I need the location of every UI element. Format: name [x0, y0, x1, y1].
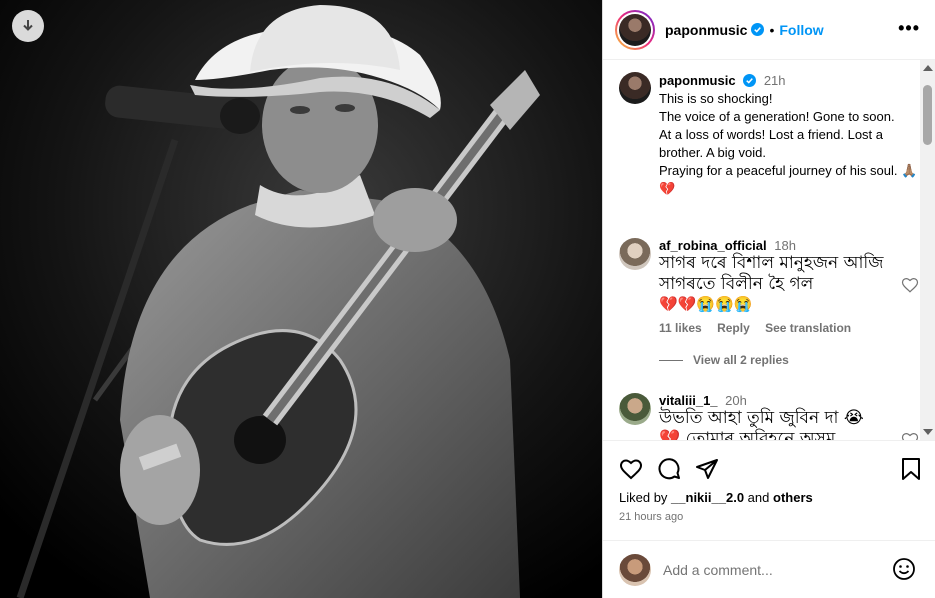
- emoji-icon[interactable]: [892, 557, 916, 581]
- verified-icon: [743, 74, 757, 87]
- separator-dot: •: [769, 21, 775, 38]
- scroll-up-arrow[interactable]: [923, 65, 933, 71]
- verified-icon: [751, 23, 765, 36]
- post-photo[interactable]: [0, 0, 602, 598]
- view-replies-button[interactable]: View all 2 replies: [659, 353, 919, 367]
- caption-line: At a loss of words! Lost a friend. Lost …: [659, 127, 884, 160]
- liked-by-others[interactable]: others: [773, 490, 813, 505]
- download-button[interactable]: [12, 10, 44, 42]
- likes-summary: Liked by __nikii__2.0 and others: [619, 490, 813, 505]
- comment-item: vitaliii_1_ 20h উভতি আহা তুমি জুবিন দা 😭…: [619, 393, 919, 440]
- author-avatar[interactable]: [615, 9, 655, 50]
- caption-line: Praying for a peaceful journey of his so…: [659, 163, 918, 196]
- liked-by-and: and: [747, 490, 770, 505]
- viewer-avatar: [619, 553, 651, 586]
- comment-text: সাগৰ দৰে বিশাল মানুহজন আজি সাগৰতে বিলীন …: [659, 253, 884, 294]
- comments-list[interactable]: paponmusic 21h This is so shocking! The …: [603, 60, 921, 440]
- replies-divider: [659, 359, 683, 361]
- commenter-username[interactable]: vitaliii_1_: [659, 393, 718, 408]
- post-actions: Liked by __nikii__2.0 and others 21 hour…: [603, 440, 935, 540]
- scroll-thumb[interactable]: [923, 85, 932, 145]
- post-timestamp[interactable]: 21 hours ago: [619, 511, 683, 523]
- comments-scrollbar[interactable]: [920, 60, 935, 440]
- liked-by-user[interactable]: __nikii__2.0: [671, 490, 744, 505]
- comment-item: af_robina_official 18h সাগৰ দৰে বিশাল মা…: [619, 238, 919, 367]
- caption-avatar[interactable]: [619, 72, 651, 104]
- caption-username[interactable]: paponmusic: [659, 73, 736, 88]
- view-replies-label: View all 2 replies: [693, 353, 789, 367]
- commenter-avatar[interactable]: [619, 393, 651, 425]
- post-caption: paponmusic 21h This is so shocking! The …: [619, 72, 919, 198]
- caption-line: The voice of a generation! Gone to soon.: [659, 109, 895, 124]
- post-header: paponmusic • Follow •••: [603, 0, 935, 60]
- comment-text-continued: 💔 তোমাৰ অবিহনে অসম: [659, 429, 836, 440]
- comment-time: 18h: [774, 238, 796, 253]
- follow-button[interactable]: Follow: [779, 22, 823, 38]
- performer-image: [0, 0, 602, 598]
- heart-icon[interactable]: [619, 457, 643, 481]
- caption-line: This is so shocking!: [659, 91, 773, 106]
- download-icon: [23, 20, 33, 31]
- comment-time: 20h: [725, 393, 747, 408]
- commenter-username[interactable]: af_robina_official: [659, 238, 767, 253]
- caption-time: 21h: [763, 73, 786, 88]
- comment-like-icon[interactable]: [901, 431, 919, 440]
- scroll-down-arrow[interactable]: [923, 429, 933, 435]
- comment-text: উভতি আহা তুমি জুবিন দা 😭: [659, 408, 864, 428]
- add-comment-input[interactable]: [663, 561, 883, 578]
- comment-icon[interactable]: [657, 457, 681, 481]
- author-username[interactable]: paponmusic: [665, 22, 747, 38]
- comment-like-icon[interactable]: [901, 276, 919, 294]
- comment-emojis: 💔💔😭😭😭: [659, 296, 753, 313]
- share-icon[interactable]: [695, 457, 719, 481]
- post-side-panel: paponmusic • Follow ••• paponmusic 21h T…: [602, 0, 935, 598]
- bookmark-icon[interactable]: [900, 457, 922, 481]
- add-comment-bar: [603, 540, 935, 598]
- commenter-avatar[interactable]: [619, 238, 651, 270]
- see-translation-button[interactable]: See translation: [765, 321, 851, 335]
- liked-by-prefix: Liked by: [619, 490, 668, 505]
- comment-likes[interactable]: 11 likes: [659, 321, 702, 335]
- more-options-icon[interactable]: •••: [898, 18, 920, 39]
- reply-button[interactable]: Reply: [717, 321, 750, 335]
